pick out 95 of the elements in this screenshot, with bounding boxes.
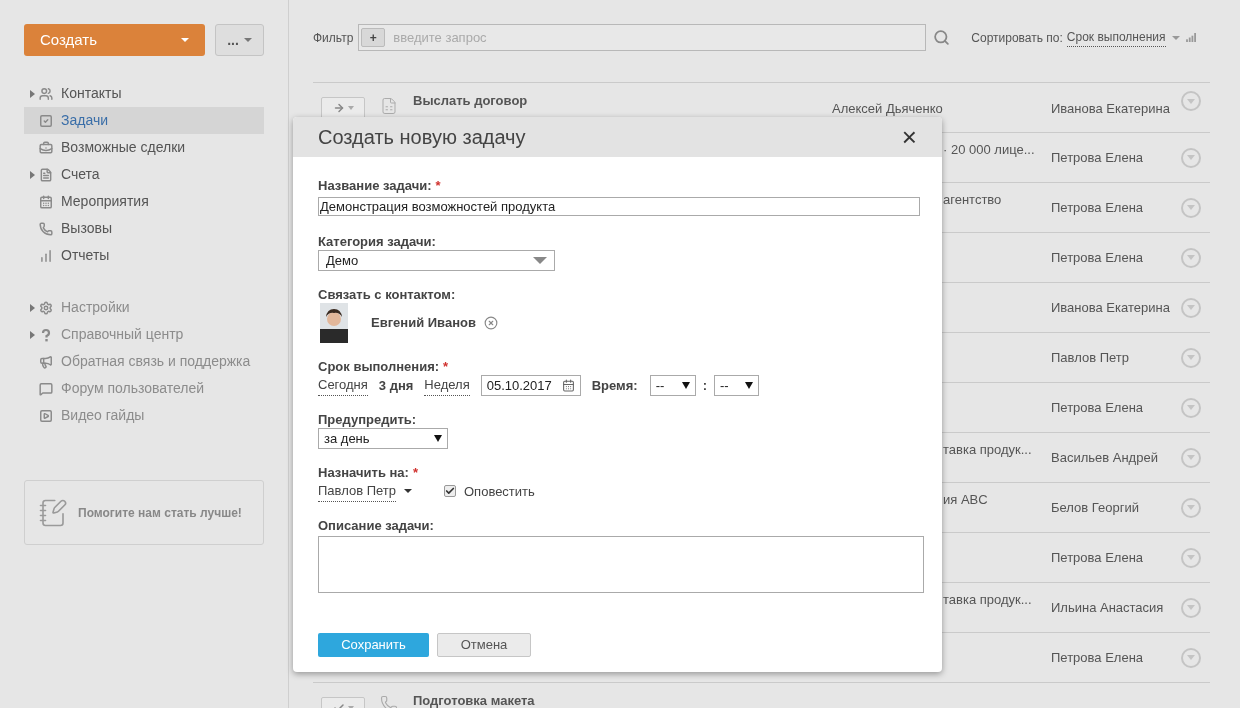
responsible-name: Иванова Екатерина: [1051, 100, 1171, 118]
expand-triangle-icon[interactable]: [30, 170, 35, 179]
category-select[interactable]: Демо: [318, 250, 555, 271]
nav-item[interactable]: Счета: [24, 161, 264, 188]
expand-triangle-icon[interactable]: [30, 89, 35, 98]
responsible-name: Петрова Елена: [1051, 398, 1145, 417]
responsible-name: Петрова Елена: [1051, 548, 1145, 567]
responsible-name: Павлов Петр: [1051, 348, 1130, 367]
caret-icon: [533, 257, 547, 264]
document-icon: [39, 167, 53, 182]
task-title[interactable]: Подготовка макета: [413, 691, 832, 708]
people-icon: [39, 86, 53, 101]
question-mark-icon: [39, 327, 53, 342]
nav-item[interactable]: Вызовы: [24, 215, 264, 242]
task-name-field[interactable]: Демонстрация возможностей продукта: [318, 197, 920, 217]
caret-icon: [243, 38, 252, 42]
responsible-name: Петрова Елена: [1051, 648, 1145, 667]
calendar-icon: [561, 379, 575, 392]
contact-fragment: тавка продук...: [943, 441, 1033, 459]
play-icon: [39, 408, 53, 423]
nav-item[interactable]: Мероприятия: [24, 188, 264, 215]
responsible-name: Иванова Екатерина: [1051, 298, 1171, 317]
contact-fragment: агентство: [943, 191, 1003, 209]
notify-label: Оповестить: [464, 482, 535, 501]
responsible-name: Ильина Анастасия: [1051, 598, 1165, 617]
caret-icon: [434, 435, 442, 442]
caret-icon: [181, 38, 189, 42]
required-mark: *: [435, 179, 441, 193]
nav-item[interactable]: Возможные сделки: [24, 134, 264, 161]
deadline-option[interactable]: Неделя: [424, 375, 470, 396]
speech-bubble-icon: [39, 381, 53, 396]
signal-bars-icon[interactable]: [1185, 33, 1197, 42]
field-label: Назначить на:: [318, 466, 409, 480]
hour-select[interactable]: --: [649, 375, 696, 396]
sort-link[interactable]: Срок выполнения: [1066, 28, 1166, 47]
briefcase-icon: [39, 140, 53, 155]
assignee-link[interactable]: Павлов Петр: [318, 481, 396, 502]
remove-icon[interactable]: [483, 316, 498, 330]
bar-chart-icon: [39, 248, 53, 263]
time-label: Время:: [591, 376, 638, 395]
responsible-name: Петрова Елена: [1051, 198, 1145, 217]
field-label: Срок выполнения:: [318, 360, 440, 374]
minute-select[interactable]: --: [713, 375, 759, 396]
expand-triangle-icon[interactable]: [30, 303, 35, 312]
calendar-icon: [39, 194, 53, 209]
task-title[interactable]: Выслать договор: [413, 91, 832, 111]
responsible-name: Белов Георгий: [1051, 498, 1140, 517]
responsible-name: Петрова Елена: [1051, 148, 1145, 167]
document-icon: [380, 95, 398, 117]
notify-checkbox[interactable]: [444, 485, 456, 498]
add-filter-tag[interactable]: +: [361, 28, 386, 47]
search-icon[interactable]: [933, 29, 951, 46]
required-mark: *: [412, 466, 418, 480]
dialog-title: Создать новую задачу: [318, 125, 526, 150]
required-mark: *: [443, 360, 449, 374]
field-label: Предупредить:: [318, 413, 417, 427]
settings-icon: [39, 300, 53, 315]
phone-icon: [39, 221, 53, 236]
phone-icon: [380, 695, 398, 708]
responsible-name: Васильев Андрей: [1051, 448, 1159, 467]
contact-name: Алексей Дьяченко: [832, 100, 944, 118]
field-label: Связать с контактом:: [318, 288, 456, 302]
contact-fragment: · 20 000 лице...: [943, 141, 1036, 159]
contact-name[interactable]: Евгений Иванов: [371, 313, 476, 333]
field-label: Описание задачи:: [318, 518, 434, 533]
time-separator: :: [702, 376, 707, 395]
deadline-option[interactable]: Сегодня: [318, 375, 368, 396]
description-field[interactable]: [318, 535, 924, 593]
filter-field[interactable]: + введите запрос: [358, 24, 927, 51]
megaphone-icon: [39, 354, 53, 369]
caret-icon[interactable]: [404, 489, 412, 494]
caret-icon: [681, 382, 690, 389]
field-label: Название задачи:: [318, 179, 432, 193]
deadline-option[interactable]: 3 дня: [378, 375, 414, 396]
field-label: Категория задачи:: [318, 235, 436, 249]
expand-triangle-icon[interactable]: [30, 330, 35, 339]
action-button[interactable]: [321, 97, 365, 119]
close-button[interactable]: ×: [901, 124, 917, 150]
sort-label: Сортировать по:: [971, 29, 1063, 47]
nav-item[interactable]: Задачи: [24, 107, 264, 134]
nav-item[interactable]: Отчеты: [24, 242, 264, 269]
contact-fragment: тавка продук...: [943, 591, 1033, 609]
filter-label: Фильтр: [313, 29, 354, 47]
remind-select[interactable]: за день: [318, 428, 448, 449]
checkbox-icon: [39, 113, 53, 128]
arrow-right-icon: [332, 102, 345, 114]
date-field[interactable]: 05.10.2017: [480, 375, 581, 396]
caret-icon: [347, 106, 354, 110]
more-button[interactable]: ...: [215, 24, 264, 56]
nav-item[interactable]: Контакты: [24, 80, 264, 107]
contact-fragment: ия ABC: [943, 491, 989, 509]
responsible-name: Петрова Елена: [1051, 248, 1145, 267]
feedback-text: Помогите нам стать лучше!: [78, 504, 242, 522]
caret-icon: [744, 382, 753, 389]
cancel-button[interactable]: Отмена: [437, 632, 531, 657]
